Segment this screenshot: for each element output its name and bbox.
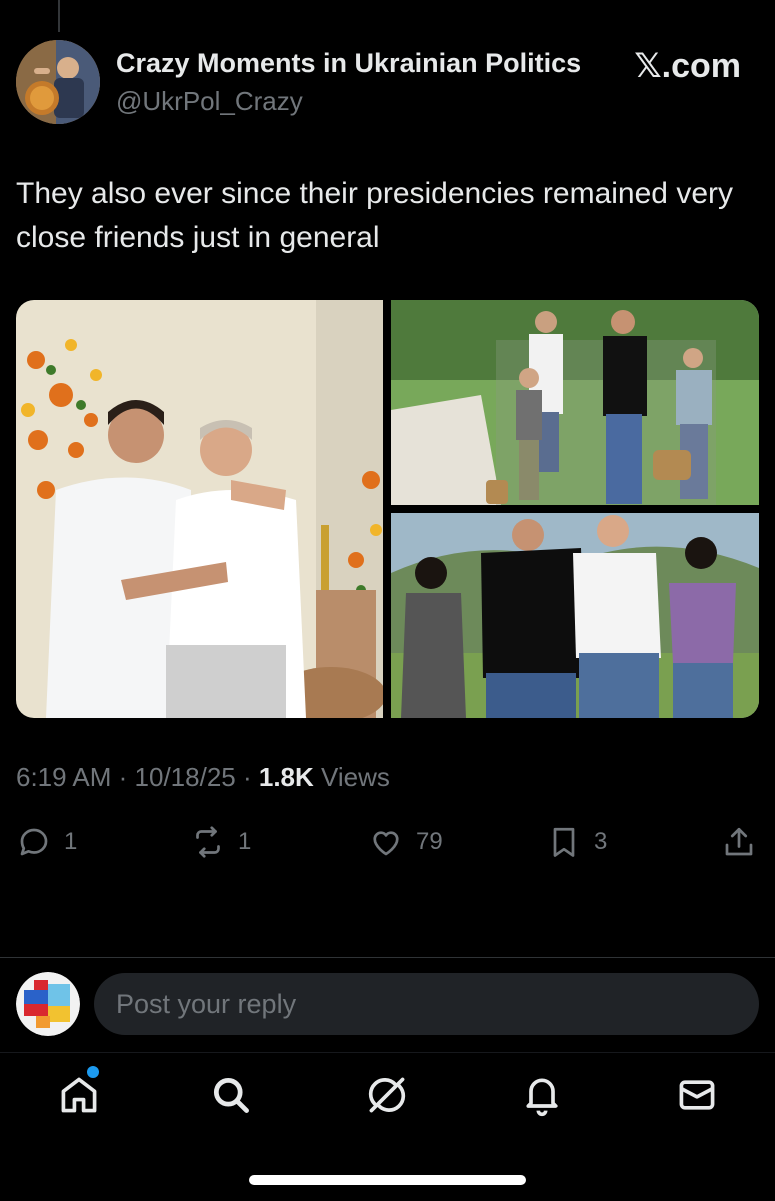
bookmark-count: 3 bbox=[594, 828, 608, 855]
tweet-metadata: 6:19 AM · 10/18/25 · 1.8K Views bbox=[16, 762, 390, 793]
divider bbox=[0, 957, 775, 958]
photo-group-walking-garden[interactable] bbox=[391, 300, 759, 505]
nav-home[interactable] bbox=[57, 1073, 101, 1117]
tweet-text: They also ever since their presidencies … bbox=[16, 177, 733, 254]
tweet-date[interactable]: 10/18/25 bbox=[135, 762, 236, 792]
notifications-icon bbox=[526, 1078, 558, 1117]
reply-input[interactable]: Post your reply bbox=[94, 973, 759, 1035]
repost-icon bbox=[196, 826, 220, 858]
views-label: Views bbox=[321, 762, 390, 792]
nav-notifications[interactable] bbox=[520, 1073, 564, 1117]
nav-search[interactable] bbox=[209, 1073, 253, 1117]
nav-grok[interactable] bbox=[365, 1073, 409, 1117]
reply-icon bbox=[20, 828, 48, 856]
photo-group-arm-in-arm[interactable] bbox=[391, 513, 759, 718]
home-icon bbox=[61, 1077, 97, 1113]
messages-icon bbox=[679, 1080, 715, 1110]
bookmark-icon bbox=[553, 827, 575, 857]
repost-button[interactable]: 1 bbox=[190, 820, 251, 864]
meta-separator: · bbox=[242, 762, 259, 792]
repost-count: 1 bbox=[238, 828, 252, 855]
reply-count: 1 bbox=[64, 828, 78, 855]
home-notification-dot bbox=[87, 1066, 99, 1078]
meta-separator: · bbox=[118, 762, 135, 792]
home-indicator-bar[interactable] bbox=[249, 1175, 526, 1185]
action-bar: 1 1 79 3 bbox=[0, 820, 775, 864]
bookmark-button[interactable]: 3 bbox=[546, 820, 607, 864]
media-grid bbox=[16, 300, 759, 718]
x-logo: 𝕏.com bbox=[634, 47, 741, 85]
author-avatar[interactable] bbox=[16, 40, 100, 124]
grok-icon bbox=[368, 1077, 406, 1113]
like-count: 79 bbox=[416, 828, 443, 855]
share-button[interactable] bbox=[721, 820, 757, 864]
photo-two-men-embracing[interactable] bbox=[16, 300, 383, 718]
author-handle[interactable]: @UkrPol_Crazy bbox=[116, 86, 303, 117]
views-count: 1.8K bbox=[258, 762, 314, 792]
heart-icon bbox=[373, 831, 399, 856]
reply-button[interactable]: 1 bbox=[16, 820, 77, 864]
nav-messages[interactable] bbox=[675, 1073, 719, 1117]
like-button[interactable]: 79 bbox=[368, 820, 443, 864]
search-icon bbox=[213, 1077, 249, 1113]
share-icon bbox=[725, 827, 753, 856]
thread-connector bbox=[58, 0, 60, 32]
tweet-time[interactable]: 6:19 AM bbox=[16, 762, 111, 792]
user-avatar[interactable] bbox=[16, 972, 80, 1036]
author-display-name[interactable]: Crazy Moments in Ukrainian Politics bbox=[116, 48, 581, 79]
